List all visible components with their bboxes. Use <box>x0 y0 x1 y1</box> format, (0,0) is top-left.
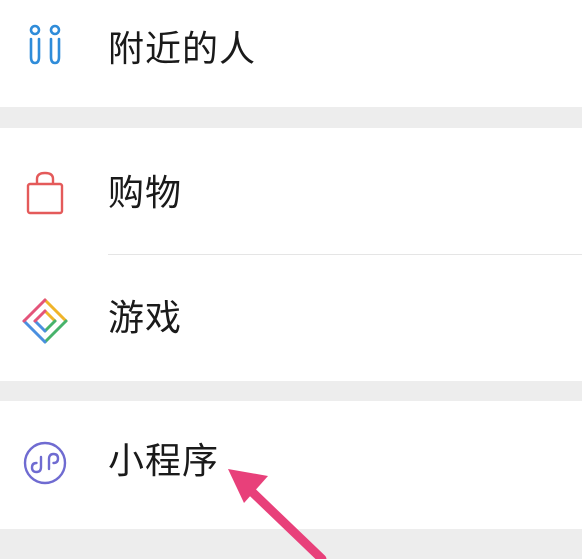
games-diamond-icon <box>22 298 68 344</box>
menu-group-social: 附近的人 <box>0 0 582 107</box>
menu-item-label: 游戏 <box>108 298 183 339</box>
menu-group-mini-programs: 小程序 <box>0 401 582 529</box>
menu-group-services: 购物 游戏 <box>0 128 582 381</box>
menu-item-shopping[interactable]: 购物 <box>0 128 582 254</box>
menu-item-label: 附近的人 <box>108 29 257 70</box>
menu-item-mini-programs[interactable]: 小程序 <box>0 401 582 529</box>
mini-programs-icon <box>23 441 67 485</box>
menu-item-games[interactable]: 游戏 <box>0 255 582 381</box>
discover-menu-screen: 附近的人 购物 游戏 小程序 <box>0 0 582 559</box>
people-nearby-icon <box>29 24 61 65</box>
shopping-bag-icon <box>26 171 64 215</box>
menu-item-people-nearby[interactable]: 附近的人 <box>0 0 582 107</box>
menu-item-label: 小程序 <box>108 441 220 482</box>
menu-item-label: 购物 <box>108 173 183 214</box>
